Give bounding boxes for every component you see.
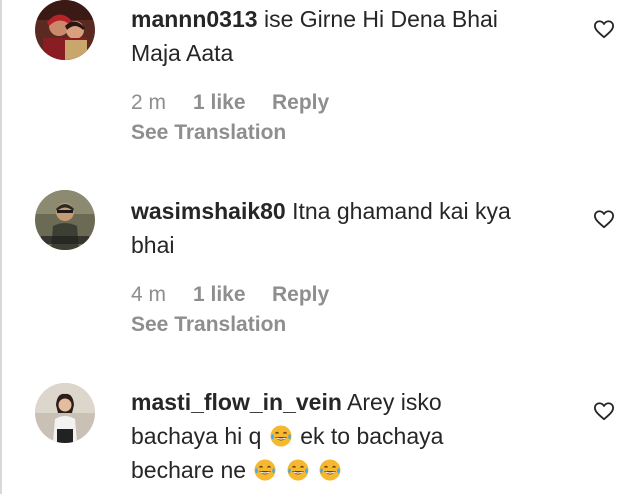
face-with-tears-of-joy-icon: [287, 459, 309, 481]
face-with-tears-of-joy-icon: [254, 459, 276, 481]
reply-button[interactable]: Reply: [272, 282, 329, 308]
heart-icon[interactable]: [593, 209, 615, 229]
see-translation-button[interactable]: See Translation: [131, 120, 531, 146]
reply-button[interactable]: Reply: [272, 90, 329, 116]
comment-time: 2 m: [131, 91, 167, 114]
face-with-tears-of-joy-icon: [270, 425, 292, 447]
comment-meta: 4 m 1 like Reply: [131, 282, 531, 308]
comment-likes[interactable]: 1 like: [193, 282, 272, 308]
avatar[interactable]: [35, 0, 95, 60]
comment-text: mannn0313 ise Girne Hi Dena Bhai Maja Aa…: [131, 2, 531, 70]
avatar[interactable]: [35, 383, 95, 443]
avatar[interactable]: [35, 190, 95, 250]
comment-text: wasimshaik80 Itna ghamand kai kya bhai: [131, 194, 531, 262]
comment-username[interactable]: wasimshaik80: [131, 198, 286, 224]
comment-username[interactable]: mannn0313: [131, 6, 258, 32]
panel-edge: [0, 0, 2, 494]
face-with-tears-of-joy-icon: [319, 459, 341, 481]
heart-icon[interactable]: [593, 401, 615, 421]
comment-likes[interactable]: 1 like: [193, 90, 272, 116]
heart-icon[interactable]: [593, 19, 615, 39]
comment-text: masti_flow_in_vein Arey isko bachaya hi …: [131, 385, 531, 487]
comment-username[interactable]: masti_flow_in_vein: [131, 389, 342, 415]
comment-meta: 2 m 1 like Reply: [131, 90, 531, 116]
see-translation-button[interactable]: See Translation: [131, 312, 531, 338]
comment-time: 4 m: [131, 283, 167, 306]
